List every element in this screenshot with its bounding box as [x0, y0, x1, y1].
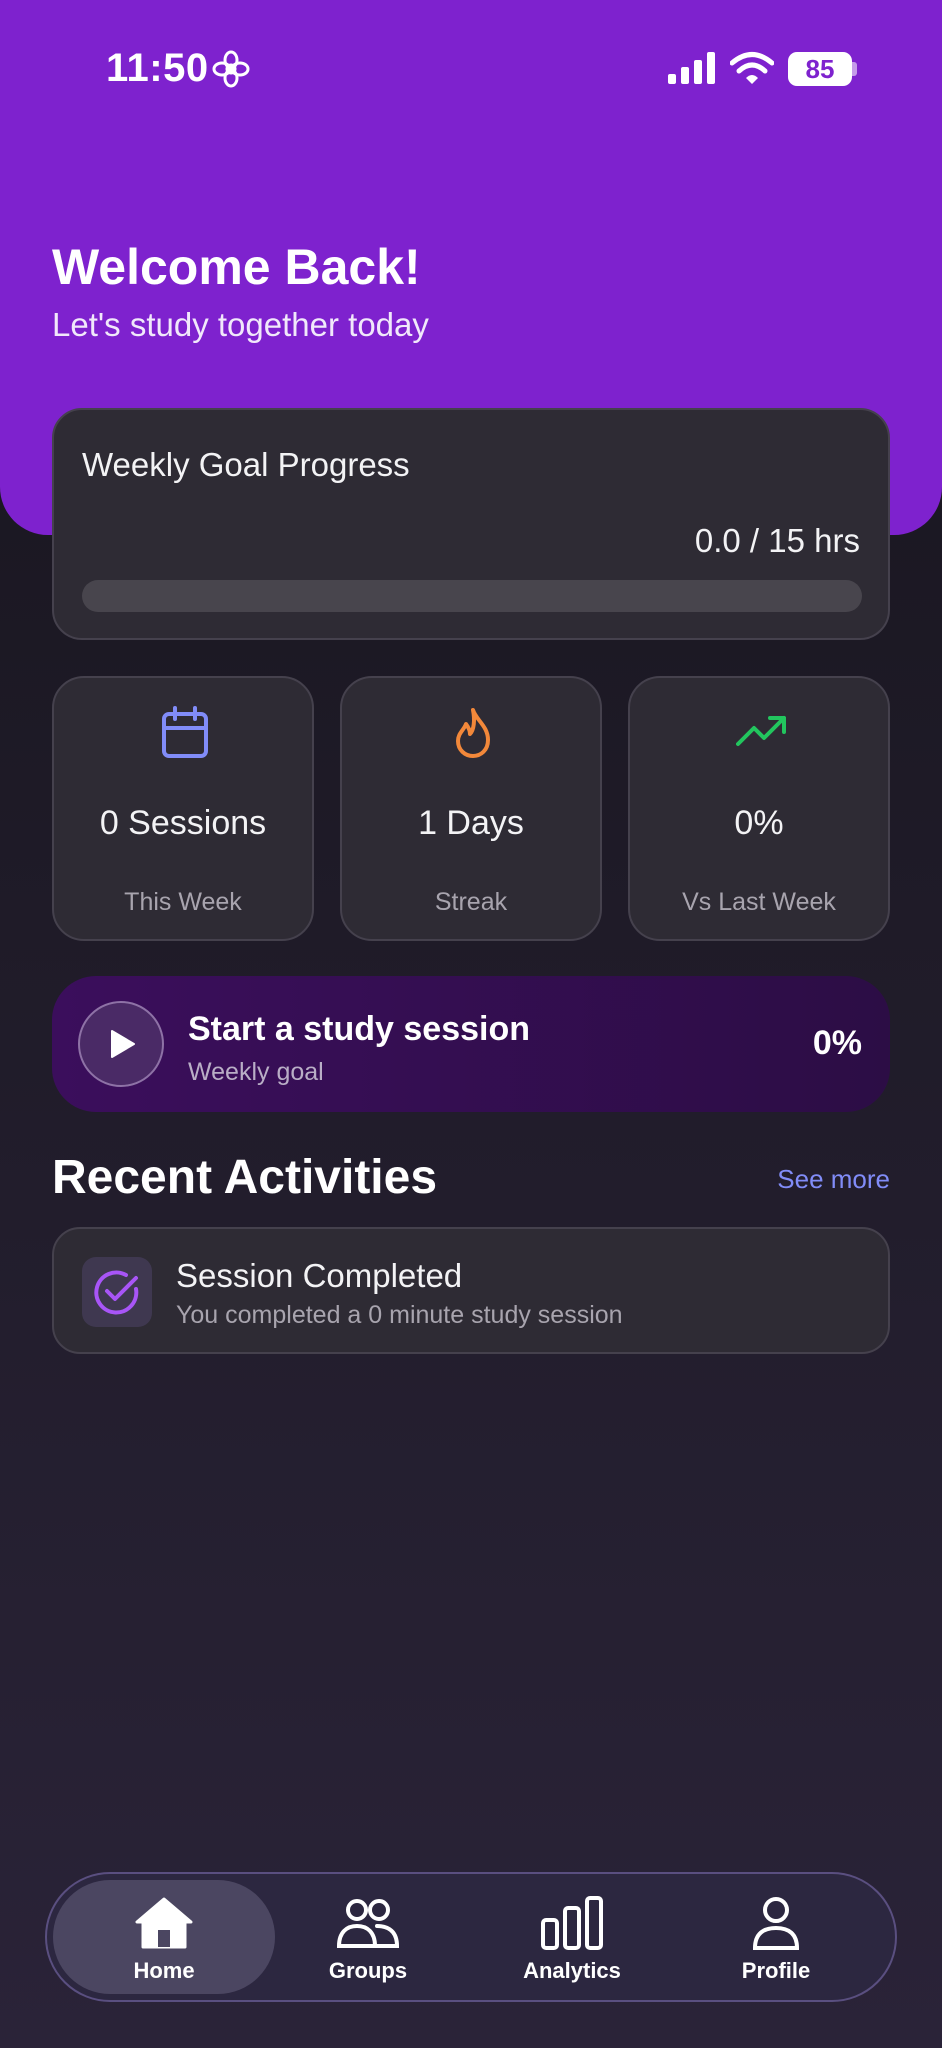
- battery-tip: [852, 62, 857, 76]
- session-banner-percent: 0%: [812, 1024, 862, 1062]
- see-more-link[interactable]: See more: [777, 1164, 890, 1195]
- calendar-icon: [162, 706, 208, 758]
- session-banner-title: Start a study session: [188, 1010, 531, 1048]
- nav-label: Home: [133, 1958, 195, 1983]
- nav-label: Groups: [328, 1958, 408, 1983]
- session-banner-subtitle: Weekly goal: [188, 1058, 324, 1086]
- nav-item-profile[interactable]: Profile: [665, 1880, 887, 1994]
- start-session-banner[interactable]: Start a study session Weekly goal 0%: [52, 976, 890, 1112]
- nav-label: Analytics: [523, 1958, 621, 1983]
- page-title: Welcome Back!: [52, 239, 421, 295]
- stat-card-streak[interactable]: 1 Days Streak: [340, 676, 602, 941]
- start-session-button[interactable]: [78, 1001, 164, 1087]
- profile-icon: [752, 1897, 800, 1950]
- weekly-goal-progress-bar: [82, 580, 862, 612]
- stat-label: Streak: [434, 888, 508, 916]
- bottom-navigation: Home Groups Analytics Profile: [45, 1872, 897, 2002]
- weekly-goal-title: Weekly Goal Progress: [82, 446, 410, 483]
- activity-title: Session Completed: [176, 1257, 463, 1294]
- stat-value: 0%: [734, 804, 784, 842]
- stat-value: 0 Sessions: [99, 804, 267, 842]
- weekly-goal-card: Weekly Goal Progress 0.0 / 15 hrs: [52, 408, 890, 640]
- nav-item-analytics[interactable]: Analytics: [461, 1880, 683, 1994]
- flower-icon: [212, 50, 250, 88]
- activity-item[interactable]: Session Completed You completed a 0 minu…: [52, 1227, 890, 1354]
- nav-item-home[interactable]: Home: [53, 1880, 275, 1994]
- analytics-icon: [541, 1896, 603, 1950]
- stat-label: Vs Last Week: [682, 888, 836, 916]
- nav-label: Profile: [741, 1958, 811, 1983]
- stat-card-sessions[interactable]: 0 Sessions This Week: [52, 676, 314, 941]
- play-icon: [111, 1030, 135, 1058]
- weekly-goal-value: 0.0 / 15 hrs: [694, 522, 860, 559]
- flame-icon: [456, 708, 490, 758]
- recent-activities-title: Recent Activities: [52, 1151, 438, 1204]
- battery-indicator: 85: [788, 52, 852, 86]
- stat-label: This Week: [124, 888, 242, 916]
- cellular-signal-icon: [668, 52, 715, 84]
- trending-up-icon: [736, 716, 786, 746]
- check-circle-icon: [94, 1270, 139, 1315]
- groups-icon: [336, 1899, 400, 1948]
- wifi-icon: [730, 52, 774, 84]
- stat-value: 1 Days: [418, 804, 524, 842]
- activity-icon-container: [82, 1257, 152, 1327]
- nav-item-groups[interactable]: Groups: [257, 1880, 479, 1994]
- home-icon: [135, 1897, 193, 1949]
- stat-card-vs-last-week[interactable]: 0% Vs Last Week: [628, 676, 890, 941]
- page-subtitle: Let's study together today: [52, 306, 429, 343]
- status-time: 11:50: [106, 46, 209, 90]
- activity-subtitle: You completed a 0 minute study session: [176, 1301, 623, 1329]
